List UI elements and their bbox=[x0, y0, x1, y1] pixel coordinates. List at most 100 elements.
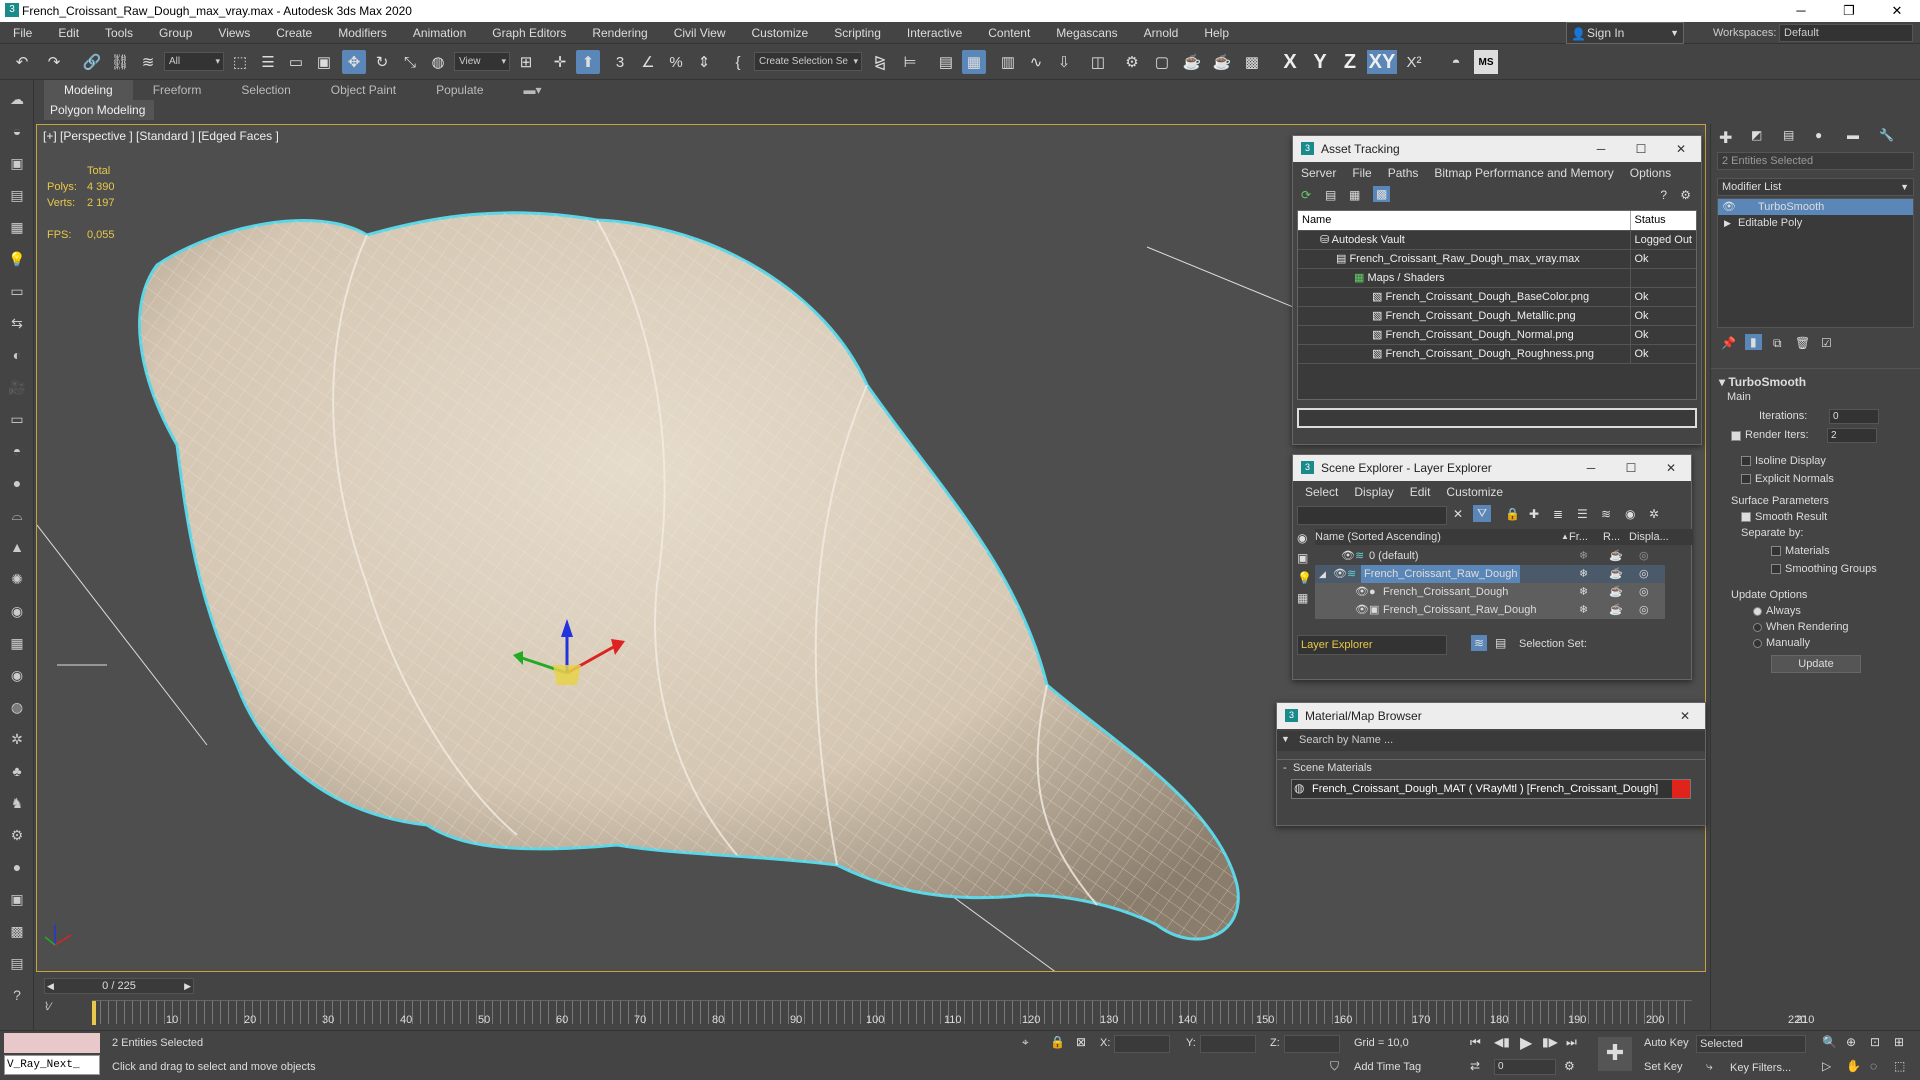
layers-stack-icon[interactable]: ≋ bbox=[1601, 507, 1611, 521]
col-render[interactable]: R... bbox=[1603, 529, 1620, 545]
layer-row-default[interactable]: 👁 ≋ 0 (default) ❄ ☕ ◎ bbox=[1315, 547, 1665, 565]
zoom-extents-icon[interactable]: ⊡ bbox=[1870, 1035, 1880, 1049]
render-activeshade-icon[interactable]: ▩ bbox=[1240, 50, 1264, 74]
pan-icon[interactable]: ✋ bbox=[1846, 1059, 1861, 1073]
undo-icon[interactable]: ↶ bbox=[10, 50, 34, 74]
sphere-render-icon[interactable]: ● bbox=[6, 856, 28, 878]
manually-row[interactable]: Manually bbox=[1719, 637, 1912, 649]
set-current-icon[interactable]: ◉ bbox=[1625, 507, 1635, 521]
layer-explorer-icon[interactable]: ▦ bbox=[962, 50, 986, 74]
menu-civil-view[interactable]: Civil View bbox=[661, 26, 739, 40]
eye-icon[interactable]: 👁 bbox=[1722, 199, 1736, 215]
menu-file[interactable]: File bbox=[0, 26, 45, 40]
close-icon[interactable]: ✕ bbox=[1661, 136, 1701, 162]
utilities-tab-icon[interactable]: 🔧 bbox=[1879, 128, 1894, 142]
filter-icon[interactable]: ⛛ bbox=[1473, 505, 1492, 522]
table-row[interactable]: ▧ French_Croissant_Dough_Metallic.png Ok bbox=[1298, 306, 1696, 326]
display-lights-icon[interactable]: 💡 bbox=[1297, 571, 1312, 585]
close-icon[interactable]: ✕ bbox=[1874, 0, 1920, 22]
show-end-result-icon[interactable]: ▮ bbox=[1745, 334, 1762, 350]
maximize-icon[interactable]: ☐ bbox=[1621, 136, 1661, 162]
col-freeze[interactable]: Fr... bbox=[1569, 529, 1588, 545]
render-teapot-icon[interactable]: ☕ bbox=[1609, 601, 1623, 619]
schematic-view-icon[interactable]: ⇩ bbox=[1052, 50, 1076, 74]
tab-selection[interactable]: Selection bbox=[221, 80, 310, 100]
maximize-viewport-icon[interactable]: ⬚ bbox=[1894, 1059, 1905, 1073]
menu-animation[interactable]: Animation bbox=[400, 26, 479, 40]
smooth-result-checkbox[interactable] bbox=[1741, 512, 1751, 523]
dock-icon[interactable]: ▤ bbox=[6, 952, 28, 974]
materials-row[interactable]: Materials bbox=[1719, 545, 1912, 557]
smoothing-groups-row[interactable]: Smoothing Groups bbox=[1719, 563, 1912, 575]
cameras-group-icon[interactable]: 🎥 bbox=[6, 376, 28, 398]
render-iterative-icon[interactable]: ☕ bbox=[1210, 50, 1234, 74]
render-teapot-icon[interactable]: ☕ bbox=[1609, 565, 1623, 583]
prev-key-icon[interactable]: ◀▮ bbox=[1494, 1035, 1510, 1049]
rect-selection-icon[interactable]: ▭ bbox=[284, 50, 308, 74]
maxscript-listener-top[interactable] bbox=[4, 1033, 100, 1053]
plant-icon[interactable]: ♣ bbox=[6, 760, 28, 782]
camera-icon[interactable]: ▣ bbox=[6, 152, 28, 174]
grid-pattern-icon[interactable]: ▦ bbox=[6, 632, 28, 654]
set-key-big-icon[interactable]: ✚ bbox=[1598, 1037, 1632, 1071]
hierarchy-tab-icon[interactable]: ▤ bbox=[1783, 128, 1794, 142]
configure-sets-icon[interactable]: ☑ bbox=[1821, 336, 1832, 350]
freeze-icon[interactable]: ❄ bbox=[1579, 601, 1588, 619]
axis-constraint-icon[interactable]: X² bbox=[1402, 50, 1426, 74]
help-icon[interactable]: ? bbox=[6, 984, 28, 1006]
eye-icon[interactable]: 👁 bbox=[1333, 565, 1347, 583]
col-display[interactable]: Displa... bbox=[1629, 529, 1669, 545]
absolute-mode-icon[interactable]: ⊠ bbox=[1076, 1035, 1086, 1049]
axis-y-button[interactable]: Y bbox=[1307, 50, 1333, 74]
always-row[interactable]: Always bbox=[1719, 605, 1912, 617]
select-move-icon[interactable]: ✥ bbox=[342, 50, 366, 74]
display-objects-icon[interactable]: ◉ bbox=[1297, 531, 1307, 545]
menu-tools[interactable]: Tools bbox=[92, 26, 146, 40]
horse-icon[interactable]: ♞ bbox=[6, 792, 28, 814]
table-icon[interactable]: ▦ bbox=[1349, 188, 1360, 202]
stack-item-turbosmooth[interactable]: 👁 TurboSmooth bbox=[1718, 199, 1913, 215]
col-name[interactable]: Name bbox=[1298, 211, 1631, 231]
scene-materials-section[interactable]: - Scene Materials bbox=[1277, 759, 1705, 777]
add-time-tag[interactable]: Add Time Tag bbox=[1354, 1061, 1421, 1073]
axis-xy-button[interactable]: XY bbox=[1367, 50, 1397, 74]
add-to-layer-icon[interactable]: ≣ bbox=[1553, 507, 1563, 521]
asset-tracking-titlebar[interactable]: 3 Asset Tracking ─ ☐ ✕ bbox=[1293, 136, 1701, 162]
edit-named-sel-icon[interactable]: { bbox=[726, 50, 750, 74]
key-mode-icon[interactable]: ⇄ bbox=[1470, 1059, 1480, 1073]
make-unique-icon[interactable]: ⧉ bbox=[1773, 336, 1782, 351]
minimize-icon[interactable]: ─ bbox=[1778, 0, 1824, 22]
y-coord-field[interactable] bbox=[1200, 1035, 1256, 1053]
smooth-result-row[interactable]: Smooth Result bbox=[1719, 511, 1912, 523]
minimize-icon[interactable]: ─ bbox=[1571, 455, 1611, 481]
table-row[interactable]: ▧ French_Croissant_Dough_Roughness.png Ok bbox=[1298, 344, 1696, 364]
isolate-icon[interactable]: ⌖ bbox=[1022, 1035, 1029, 1050]
material-icon[interactable]: ◉ bbox=[6, 664, 28, 686]
chevron-down-icon[interactable]: ▼ bbox=[1281, 734, 1290, 744]
spacewarp-icon[interactable]: ⇆ bbox=[6, 312, 28, 334]
render-setup-icon[interactable]: ⚙ bbox=[1120, 50, 1144, 74]
viewport-label[interactable]: [+] [Perspective ] [Standard ] [Edged Fa… bbox=[43, 129, 279, 143]
menu-views[interactable]: Views bbox=[205, 26, 263, 40]
eye-icon[interactable]: 👁 bbox=[1355, 601, 1369, 619]
menu-display[interactable]: Display bbox=[1346, 485, 1401, 499]
select-rotate-icon[interactable]: ↻ bbox=[370, 50, 394, 74]
play-icon[interactable]: ▶ bbox=[1520, 1033, 1532, 1053]
selected-name-field[interactable]: 2 Entities Selected bbox=[1717, 152, 1914, 170]
helper-icon[interactable]: ▭ bbox=[6, 280, 28, 302]
bind-space-warp-icon[interactable]: ≋ bbox=[136, 50, 160, 74]
layer-row-raw-dough[interactable]: ◢ 👁 ≋ French_Croissant_Raw_Dough ❄ ☕ ◎ bbox=[1315, 565, 1665, 583]
select-layer-icon[interactable]: ☰ bbox=[1577, 507, 1588, 521]
grid-icon[interactable]: ▦ bbox=[6, 216, 28, 238]
menu-select[interactable]: Select bbox=[1297, 485, 1346, 499]
toggle-ribbon-icon[interactable]: ▥ bbox=[996, 50, 1020, 74]
maxscript-input[interactable]: V_Ray_Next_ bbox=[4, 1055, 100, 1075]
go-to-end-icon[interactable]: ⏭ bbox=[1566, 1035, 1577, 1050]
layers-icon[interactable]: ▤ bbox=[6, 184, 28, 206]
explicit-normals-checkbox[interactable] bbox=[1741, 474, 1751, 485]
go-to-start-icon[interactable]: ⏮ bbox=[1470, 1035, 1481, 1050]
ribbon-options-icon[interactable]: ▬▾ bbox=[504, 80, 562, 100]
zoom-all-icon[interactable]: ⊕ bbox=[1846, 1035, 1856, 1049]
menu-bitmap-performance[interactable]: Bitmap Performance and Memory bbox=[1426, 166, 1621, 180]
menu-paths[interactable]: Paths bbox=[1380, 166, 1427, 180]
